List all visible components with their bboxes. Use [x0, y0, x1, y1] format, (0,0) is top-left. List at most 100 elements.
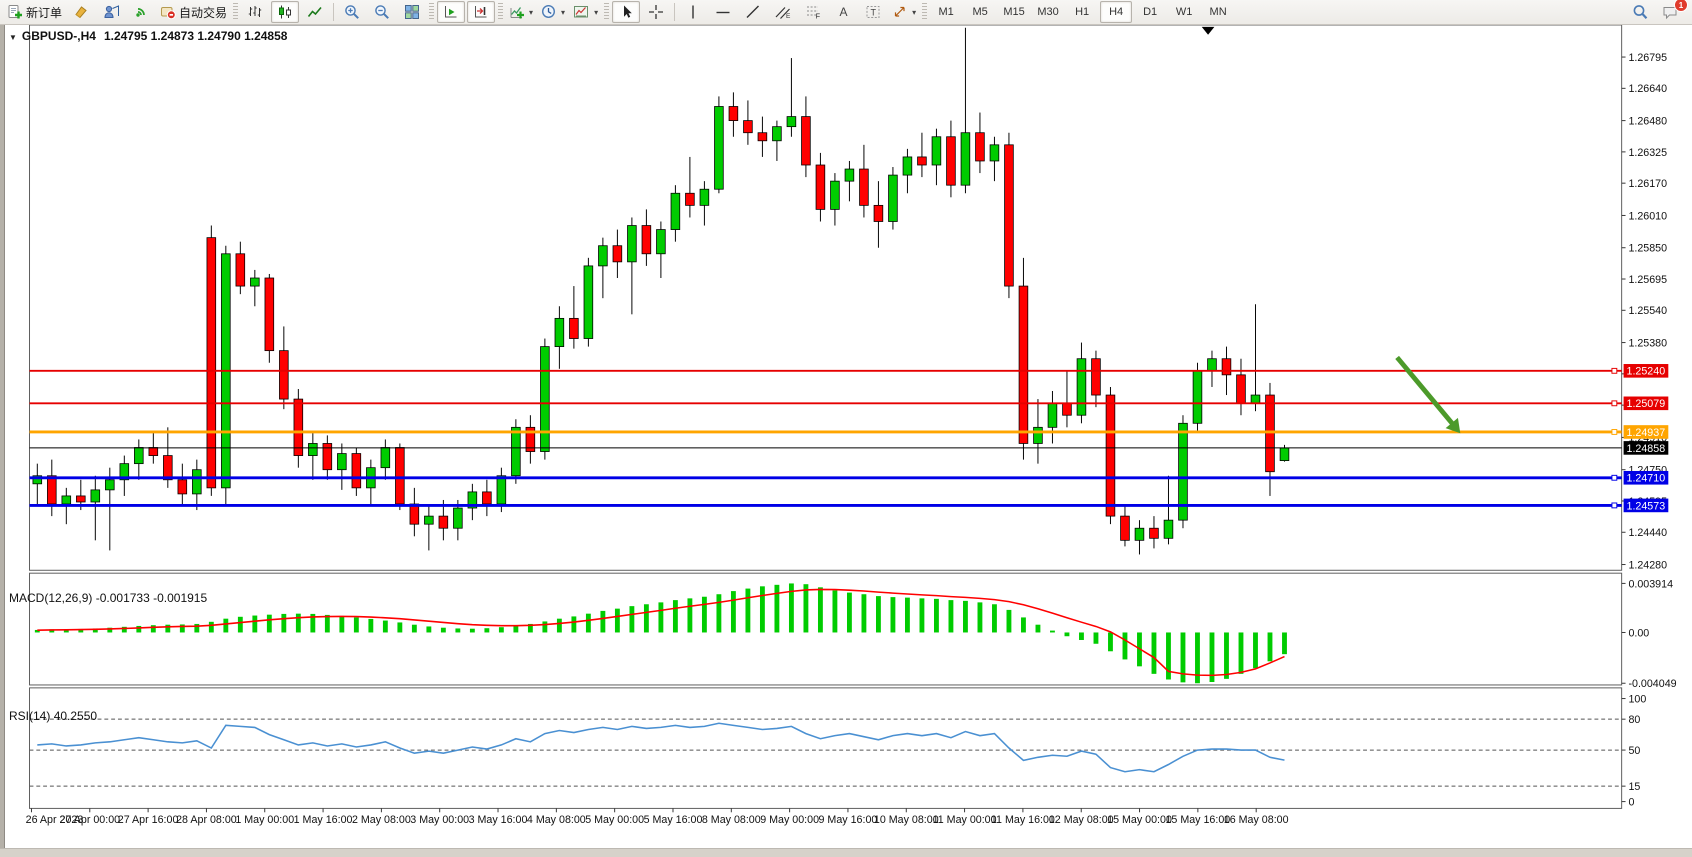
- toolbar-grip: [429, 3, 434, 21]
- crosshair-icon: [648, 4, 664, 20]
- toolbar-grip: [233, 3, 238, 21]
- svg-text:-0.004049: -0.004049: [1628, 678, 1676, 690]
- search-button[interactable]: [1626, 1, 1654, 23]
- auto-scroll-icon: [443, 4, 459, 20]
- svg-text:5 May 16:00: 5 May 16:00: [644, 814, 703, 826]
- tile-windows-button[interactable]: [398, 1, 426, 23]
- chevron-down-icon: ▾: [561, 8, 565, 17]
- styler-button[interactable]: [67, 1, 95, 23]
- svg-text:27 Apr 16:00: 27 Apr 16:00: [118, 814, 179, 826]
- rsi-pane-label: RSI(14) 40.2550: [9, 709, 97, 723]
- text-label-button[interactable]: T: [859, 1, 887, 23]
- svg-text:4 May 08:00: 4 May 08:00: [527, 814, 586, 826]
- svg-text:28 Apr 08:00: 28 Apr 08:00: [176, 814, 237, 826]
- periods-button[interactable]: ▾: [538, 1, 568, 23]
- annotation-arrow[interactable]: [1397, 357, 1460, 433]
- signals-button[interactable]: [127, 1, 155, 23]
- svg-text:1.25240: 1.25240: [1627, 366, 1666, 378]
- notifications-button[interactable]: 1: [1656, 1, 1684, 23]
- timeframe-m5-button[interactable]: M5: [964, 1, 996, 23]
- pane-borders: [30, 25, 1622, 808]
- templates-button[interactable]: ▾: [570, 1, 601, 23]
- signal-icon: [133, 4, 149, 20]
- terminal-button[interactable]: [97, 1, 125, 23]
- bar-chart-button[interactable]: [241, 1, 269, 23]
- macd-pane-label: MACD(12,26,9) -0.001733 -0.001915: [9, 591, 207, 605]
- auto-scroll-button[interactable]: [437, 1, 465, 23]
- cursor-button[interactable]: [612, 1, 640, 23]
- svg-text:1.26170: 1.26170: [1628, 178, 1667, 190]
- autotrading-stop-icon: [160, 4, 176, 20]
- svg-text:0: 0: [1628, 796, 1634, 808]
- text-icon: A: [836, 4, 851, 20]
- line-chart-button[interactable]: [301, 1, 329, 23]
- svg-text:1 May 00:00: 1 May 00:00: [235, 814, 294, 826]
- horizontal-line-icon: [715, 4, 731, 20]
- rsi-indicator-name: RSI(14): [9, 709, 50, 723]
- svg-text:3 May 16:00: 3 May 16:00: [469, 814, 528, 826]
- svg-text:8 May 08:00: 8 May 08:00: [702, 814, 761, 826]
- chart-canvas[interactable]: 1.267951.266401.264801.263251.261701.260…: [0, 24, 1692, 857]
- timeframe-h4-button[interactable]: H4: [1100, 1, 1132, 23]
- toolbar-separator: [333, 3, 334, 21]
- text-button[interactable]: A: [829, 1, 857, 23]
- timeframe-label: M1: [938, 6, 953, 18]
- price-line-labels: 1.252401.250791.249371.247101.245731.248…: [1624, 364, 1669, 512]
- price-axis: 1.267951.266401.264801.263251.261701.260…: [1622, 52, 1667, 571]
- trendline-icon: [745, 4, 761, 20]
- svg-text:1.24573: 1.24573: [1627, 500, 1666, 512]
- vertical-line-button[interactable]: [679, 1, 707, 23]
- zoom-out-icon: [374, 4, 391, 20]
- timeframe-m30-button[interactable]: M30: [1032, 1, 1064, 23]
- equidistant-channel-button[interactable]: E: [769, 1, 797, 23]
- timeframe-h1-button[interactable]: H1: [1066, 1, 1098, 23]
- timeframe-label: W1: [1176, 6, 1193, 18]
- timeframe-w1-button[interactable]: W1: [1168, 1, 1200, 23]
- new-order-button[interactable]: 新订单: [4, 1, 65, 23]
- fibonacci-button[interactable]: F: [799, 1, 827, 23]
- timeframe-mn-button[interactable]: MN: [1202, 1, 1234, 23]
- chart-shift-button[interactable]: [467, 1, 495, 23]
- timeframe-label: M30: [1037, 6, 1058, 18]
- horizontal-line-button[interactable]: [709, 1, 737, 23]
- zoom-in-button[interactable]: [338, 1, 366, 23]
- svg-text:11 May 00:00: 11 May 00:00: [933, 814, 997, 826]
- svg-text:27 Apr 00:00: 27 Apr 00:00: [59, 814, 120, 826]
- svg-text:9 May 00:00: 9 May 00:00: [760, 814, 819, 826]
- svg-text:1.25380: 1.25380: [1628, 337, 1667, 349]
- crosshair-button[interactable]: [642, 1, 670, 23]
- timeframe-label: H1: [1075, 6, 1089, 18]
- current-period-marker: [1202, 27, 1215, 35]
- timeframe-d1-button[interactable]: D1: [1134, 1, 1166, 23]
- timeframe-label: M15: [1003, 6, 1024, 18]
- channel-icon: E: [775, 4, 792, 20]
- toolbar-grip: [604, 3, 609, 21]
- svg-text:80: 80: [1628, 714, 1640, 726]
- indicators-button[interactable]: ▾: [506, 1, 536, 23]
- arrow-tools-button[interactable]: ▾: [889, 1, 919, 23]
- autotrading-label: 自动交易: [179, 4, 227, 21]
- line-chart-icon: [307, 4, 323, 20]
- search-icon: [1632, 4, 1649, 20]
- timeframe-m1-button[interactable]: M1: [930, 1, 962, 23]
- toolbar-separator: [674, 3, 675, 21]
- fibonacci-icon: F: [805, 4, 822, 20]
- chevron-down-icon: ▾: [912, 8, 916, 17]
- chart-menu-chevron-icon[interactable]: ▼: [9, 33, 17, 42]
- horizontal-level-lines[interactable]: [30, 368, 1622, 507]
- autotrading-button[interactable]: 自动交易: [157, 1, 230, 23]
- candlestick-chart-button[interactable]: [271, 1, 299, 23]
- chart-ohlc-values: 1.24795 1.24873 1.24790 1.24858: [104, 29, 288, 43]
- macd-signal-value: -0.001915: [153, 591, 207, 605]
- trendline-button[interactable]: [739, 1, 767, 23]
- svg-text:T: T: [870, 8, 876, 18]
- svg-text:5 May 00:00: 5 May 00:00: [585, 814, 644, 826]
- arrow-tools-icon: [892, 4, 908, 20]
- svg-text:1.24280: 1.24280: [1628, 559, 1667, 571]
- timeframe-m15-button[interactable]: M15: [998, 1, 1030, 23]
- svg-text:12 May 08:00: 12 May 08:00: [1049, 814, 1114, 826]
- svg-text:1.24440: 1.24440: [1628, 527, 1667, 539]
- svg-text:A: A: [839, 5, 847, 19]
- svg-text:15 May 16:00: 15 May 16:00: [1165, 814, 1230, 826]
- zoom-out-button[interactable]: [368, 1, 396, 23]
